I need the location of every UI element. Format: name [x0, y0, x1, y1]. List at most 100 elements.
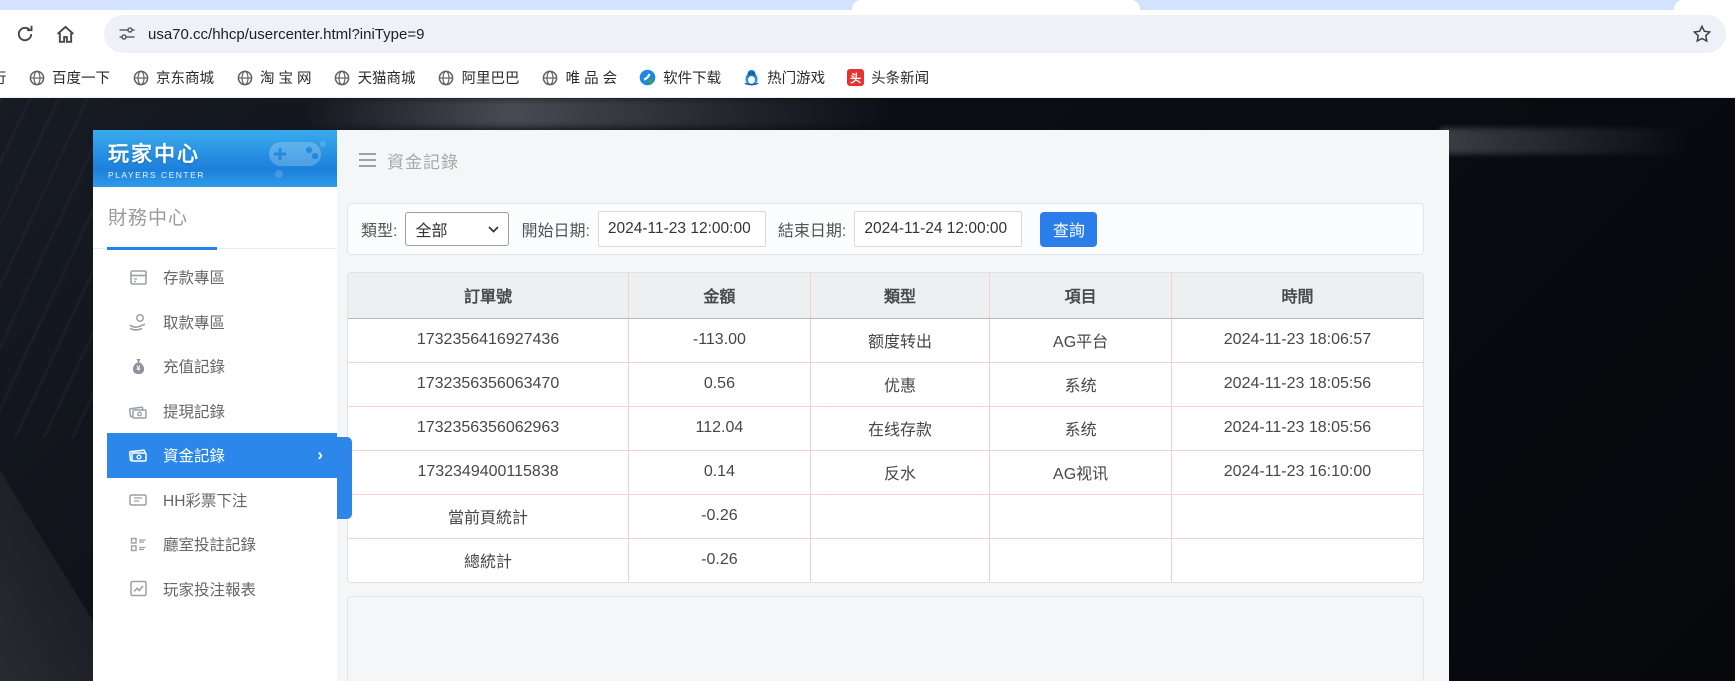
- sidebar: 玩家中心 PLAYERS CENTER 財務中心: [93, 130, 337, 681]
- reload-button[interactable]: [8, 17, 42, 51]
- bookmark-item[interactable]: 头 头条新闻: [847, 67, 929, 88]
- search-button[interactable]: 查詢: [1040, 212, 1097, 247]
- cell-order: 總統計: [348, 538, 629, 582]
- browser-tab-strip: [0, 0, 1735, 10]
- sidebar-item-deposit[interactable]: 存款專區: [93, 255, 337, 300]
- globe-favicon: [542, 69, 559, 86]
- browser-window: usa70.cc/hhcp/usercenter.html?iniType=9 …: [0, 0, 1735, 681]
- cell-order: 1732356356062963: [348, 406, 629, 450]
- floating-service-widget[interactable]: [337, 437, 352, 519]
- chevron-right-icon: ›: [317, 445, 323, 465]
- filter-panel: 類型: 全部 開始日期: 結束日期: 查詢: [347, 203, 1424, 255]
- bookmark-item[interactable]: 阿里巴巴: [438, 67, 520, 88]
- gamepad-icon: [265, 136, 331, 180]
- sidebar-item-lottery-bets[interactable]: HH彩票下注: [93, 478, 337, 523]
- cell-time: [1171, 538, 1423, 582]
- menu-toggle-icon[interactable]: [359, 153, 376, 168]
- cell-time: 2024-11-23 18:05:56: [1171, 362, 1423, 406]
- bookmark-item[interactable]: 软件下载: [639, 67, 721, 88]
- tab-strip-corner: [1674, 0, 1735, 10]
- sidebar-item-funds-record[interactable]: 資金記錄 ›: [107, 433, 337, 478]
- background-decoration: [300, 98, 900, 128]
- home-icon: [55, 24, 76, 45]
- sidebar-header: 玩家中心 PLAYERS CENTER: [93, 130, 337, 187]
- cell-amount: -113.00: [629, 318, 811, 362]
- type-select-value: 全部: [415, 217, 447, 241]
- end-date-input[interactable]: [854, 211, 1022, 247]
- bookmark-item[interactable]: 京东商城: [132, 67, 214, 88]
- cell-item: AG平台: [990, 318, 1172, 362]
- bookmark-item[interactable]: 行: [0, 67, 6, 88]
- chart-icon: [128, 579, 148, 599]
- sidebar-section-header: 財務中心: [93, 187, 337, 249]
- end-date-label: 結束日期:: [778, 217, 846, 241]
- bookmark-item[interactable]: 热门游戏: [743, 67, 825, 88]
- page-background: 玩家中心 PLAYERS CENTER 財務中心: [0, 98, 1735, 681]
- penguin-favicon: [743, 69, 760, 86]
- column-header-item: 項目: [990, 273, 1172, 318]
- funds-table-wrapper: 訂單號 金額 類型 項目 時間 1732356416927436 -113.00: [347, 272, 1424, 583]
- active-tab[interactable]: [852, 0, 1140, 10]
- cell-amount: -0.26: [629, 538, 811, 582]
- cell-type: 优惠: [810, 362, 990, 406]
- bookmarks-bar: 行 百度一下 京东商城 淘 宝 网 天猫商城: [0, 58, 1735, 98]
- funds-record-icon: [128, 445, 148, 465]
- cell-order: 1732356356063470: [348, 362, 629, 406]
- bookmark-item[interactable]: 百度一下: [28, 67, 110, 88]
- globe-favicon: [236, 69, 253, 86]
- url-text[interactable]: usa70.cc/hhcp/usercenter.html?iniType=9: [148, 26, 1692, 43]
- globe-favicon: [334, 69, 351, 86]
- column-header-order: 訂單號: [348, 273, 629, 318]
- cell-type: [810, 538, 990, 582]
- cell-order: 1732356416927436: [348, 318, 629, 362]
- table-row: 1732349400115838 0.14 反水 AG视讯 2024-11-23…: [348, 450, 1423, 494]
- table-row: 1732356356062963 112.04 在线存款 系统 2024-11-…: [348, 406, 1423, 450]
- cell-type: 额度转出: [810, 318, 990, 362]
- globe-favicon: [132, 69, 149, 86]
- sidebar-item-player-bet-report[interactable]: 玩家投注報表: [93, 567, 337, 612]
- address-bar[interactable]: usa70.cc/hhcp/usercenter.html?iniType=9: [104, 15, 1726, 53]
- toutiao-favicon: 头: [847, 69, 864, 86]
- bookmark-item[interactable]: 唯 品 会: [542, 67, 618, 88]
- column-header-amount: 金額: [629, 273, 811, 318]
- banknotes-icon: [128, 401, 148, 421]
- globe-favicon: [28, 69, 45, 86]
- cell-item: 系统: [990, 406, 1172, 450]
- cell-order: 當前頁統計: [348, 494, 629, 538]
- cell-type: 在线存款: [810, 406, 990, 450]
- bookmark-star-icon[interactable]: [1692, 24, 1712, 44]
- reload-icon: [15, 24, 35, 44]
- type-select[interactable]: 全部: [405, 212, 509, 246]
- cell-amount: 0.56: [629, 362, 811, 406]
- cell-item: 系统: [990, 362, 1172, 406]
- user-center-card: 玩家中心 PLAYERS CENTER 財務中心: [93, 130, 1449, 681]
- start-date-label: 開始日期:: [521, 217, 589, 241]
- sidebar-item-cashout-record[interactable]: 提現記錄: [93, 389, 337, 434]
- finance-center-label: 財務中心: [108, 203, 337, 230]
- cell-type: 反水: [810, 450, 990, 494]
- background-decoration: [0, 98, 95, 438]
- cell-time: [1171, 494, 1423, 538]
- chevron-down-icon: [488, 226, 499, 233]
- site-settings-icon[interactable]: [118, 25, 136, 43]
- home-button[interactable]: [48, 17, 82, 51]
- ticket-icon: [128, 490, 148, 510]
- bookmark-item[interactable]: 淘 宝 网: [236, 67, 312, 88]
- cell-amount: 0.14: [629, 450, 811, 494]
- table-row: 1732356416927436 -113.00 额度转出 AG平台 2024-…: [348, 318, 1423, 362]
- bookmark-item[interactable]: 天猫商城: [334, 67, 416, 88]
- cell-item: [990, 494, 1172, 538]
- cell-amount: -0.26: [629, 494, 811, 538]
- sidebar-item-hall-bet-record[interactable]: 廳室投註記錄: [93, 522, 337, 567]
- sidebar-item-withdraw[interactable]: 取款專區: [93, 300, 337, 345]
- deposit-icon: [128, 267, 148, 287]
- table-header-row: 訂單號 金額 類型 項目 時間: [348, 273, 1423, 318]
- start-date-input[interactable]: [598, 211, 766, 247]
- column-header-time: 時間: [1171, 273, 1423, 318]
- sidebar-item-recharge-record[interactable]: ¥ 充值記錄: [93, 344, 337, 389]
- cell-time: 2024-11-23 18:06:57: [1171, 318, 1423, 362]
- background-decoration: [1440, 128, 1690, 154]
- main-content: 資金記錄 類型: 全部 開始日期: 結束日期: 查詢: [337, 130, 1449, 681]
- type-label: 類型:: [361, 217, 397, 241]
- pagination-panel: [347, 596, 1424, 681]
